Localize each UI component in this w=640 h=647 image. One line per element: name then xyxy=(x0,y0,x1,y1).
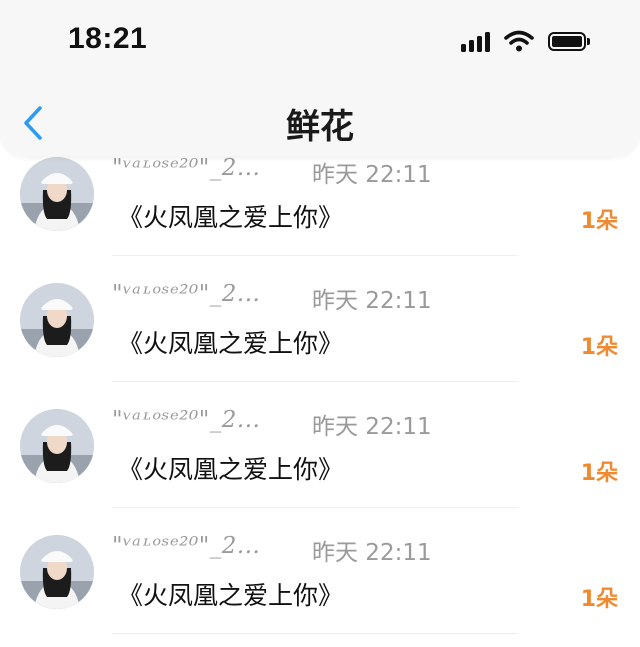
timestamp: 昨天 22:11 xyxy=(312,540,432,566)
list-item[interactable]: "ᵛᵃᶫᵒˢᵉ²⁰"_2... 昨天 22:11 《火凤凰之爱上你》 1朵 xyxy=(0,256,640,382)
status-time: 18:21 xyxy=(68,22,148,55)
item-meta: "ᵛᵃᶫᵒˢᵉ²⁰"_2... 昨天 22:11 xyxy=(112,281,432,314)
status-icons xyxy=(461,30,590,52)
item-meta: "ᵛᵃᶫᵒˢᵉ²⁰"_2... 昨天 22:11 xyxy=(112,155,432,188)
wifi-icon xyxy=(504,30,534,52)
signal-icon xyxy=(461,30,490,52)
top-bar: 18:21 鲜花 xyxy=(0,0,640,156)
battery-icon xyxy=(548,31,590,51)
flower-count: 1朵 xyxy=(580,461,618,486)
sender-name[interactable]: "ᵛᵃᶫᵒˢᵉ²⁰"_2... xyxy=(112,407,260,433)
divider xyxy=(112,633,518,634)
timestamp: 昨天 22:11 xyxy=(312,288,432,314)
avatar[interactable] xyxy=(20,283,94,357)
timestamp: 昨天 22:11 xyxy=(312,162,432,188)
avatar[interactable] xyxy=(20,409,94,483)
gift-name: 《火凤凰之爱上你》 xyxy=(118,203,344,232)
avatar[interactable] xyxy=(20,535,94,609)
flower-list: "ᵛᵃᶫᵒˢᵉ²⁰"_2... 昨天 22:11 《火凤凰之爱上你》 1朵 "ᵛ… xyxy=(0,130,640,634)
flower-count: 1朵 xyxy=(580,209,618,234)
timestamp: 昨天 22:11 xyxy=(312,414,432,440)
page-title: 鲜花 xyxy=(286,107,354,147)
sender-name[interactable]: "ᵛᵃᶫᵒˢᵉ²⁰"_2... xyxy=(112,533,260,559)
list-item[interactable]: "ᵛᵃᶫᵒˢᵉ²⁰"_2... 昨天 22:11 《火凤凰之爱上你》 1朵 xyxy=(0,382,640,508)
item-meta: "ᵛᵃᶫᵒˢᵉ²⁰"_2... 昨天 22:11 xyxy=(112,407,432,440)
sender-name[interactable]: "ᵛᵃᶫᵒˢᵉ²⁰"_2... xyxy=(112,155,260,181)
flower-count: 1朵 xyxy=(580,335,618,360)
flower-count: 1朵 xyxy=(580,587,618,612)
gift-name: 《火凤凰之爱上你》 xyxy=(118,329,344,358)
gift-name: 《火凤凰之爱上你》 xyxy=(118,581,344,610)
sender-name[interactable]: "ᵛᵃᶫᵒˢᵉ²⁰"_2... xyxy=(112,281,260,307)
item-meta: "ᵛᵃᶫᵒˢᵉ²⁰"_2... 昨天 22:11 xyxy=(112,533,432,566)
gift-name: 《火凤凰之爱上你》 xyxy=(118,455,344,484)
list-item[interactable]: "ᵛᵃᶫᵒˢᵉ²⁰"_2... 昨天 22:11 《火凤凰之爱上你》 1朵 xyxy=(0,508,640,634)
avatar[interactable] xyxy=(20,157,94,231)
